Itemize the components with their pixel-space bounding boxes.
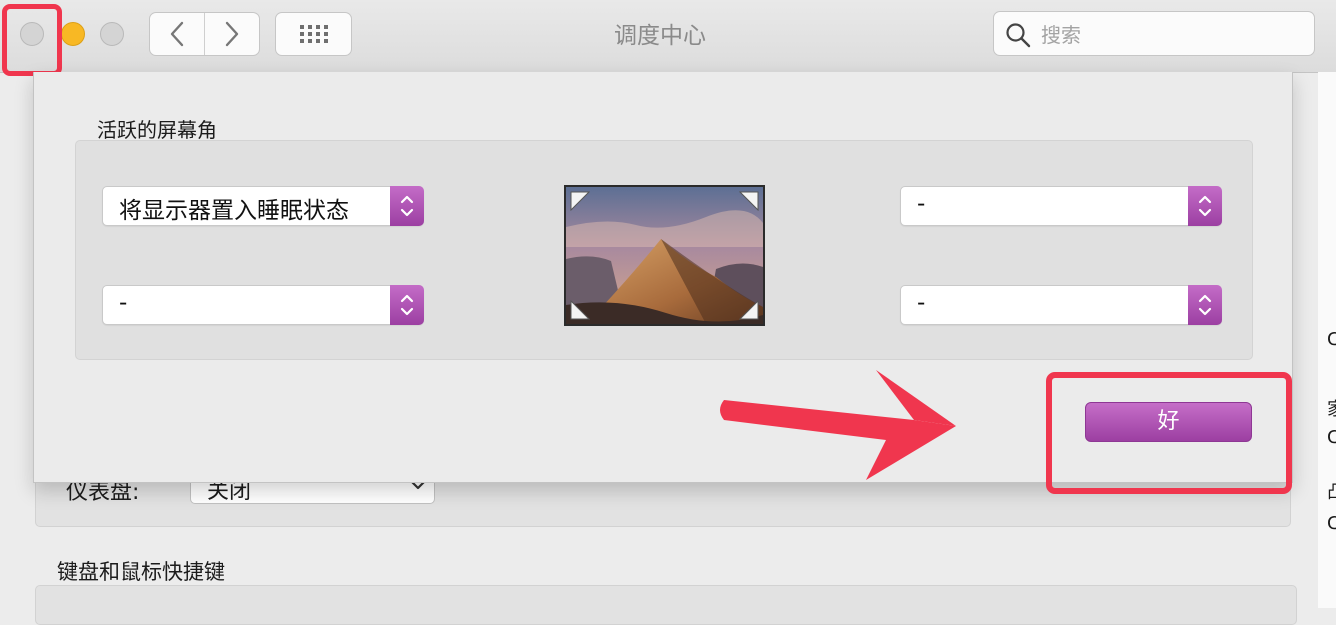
stepper-chevrons-icon [390, 186, 424, 226]
hot-corner-icon [739, 300, 759, 320]
edge-text: 凸 [1327, 478, 1336, 504]
hot-corner-icon [570, 191, 590, 211]
stepper-chevrons-icon [390, 285, 424, 325]
bottom-right-corner-value: - [917, 290, 926, 316]
search-input[interactable] [1039, 17, 1303, 52]
hot-corner-icon [739, 191, 759, 211]
close-button-highlight [2, 4, 62, 76]
window-title: 调度中心 [614, 23, 706, 49]
grid-icon [299, 25, 328, 43]
title-bar: 调度中心 [0, 0, 1336, 73]
top-right-corner-select[interactable]: - [900, 186, 1222, 226]
back-arrow-icon [170, 21, 184, 47]
edge-text: C [1327, 427, 1336, 448]
edge-text: C [1327, 329, 1336, 350]
forward-arrow-icon [225, 21, 239, 47]
top-left-corner-value: 将显示器置入睡眠状态 [119, 198, 349, 224]
bottom-right-corner-select[interactable]: - [900, 285, 1222, 325]
keyboard-shortcuts-title: 键盘和鼠标快捷键 [57, 560, 225, 584]
bottom-left-corner-value: - [119, 290, 128, 316]
top-right-corner-value: - [917, 191, 926, 217]
stepper-chevrons-icon [1188, 285, 1222, 325]
search-icon [1006, 23, 1031, 48]
show-all-button[interactable] [275, 12, 352, 56]
zoom-window-button[interactable] [100, 22, 124, 46]
back-button[interactable] [150, 13, 204, 55]
keyboard-shortcuts-section [35, 585, 1297, 625]
edge-text: C [1327, 513, 1336, 534]
ok-button-highlight [1046, 372, 1292, 494]
minimize-window-button[interactable] [61, 22, 85, 46]
section-title: 活跃的屏幕角 [97, 118, 217, 142]
bottom-left-corner-select[interactable]: - [102, 285, 424, 325]
stepper-chevrons-icon [1188, 186, 1222, 226]
navigation-buttons [149, 12, 260, 56]
forward-button[interactable] [204, 13, 259, 55]
annotation-arrow-icon [720, 370, 956, 480]
desert-wallpaper-image [566, 187, 763, 324]
search-field[interactable] [993, 11, 1315, 56]
desktop-preview [564, 185, 765, 326]
edge-text: 家 [1327, 395, 1336, 421]
hot-corner-icon [570, 300, 590, 320]
top-left-corner-select[interactable]: 将显示器置入睡眠状态 [102, 186, 424, 226]
